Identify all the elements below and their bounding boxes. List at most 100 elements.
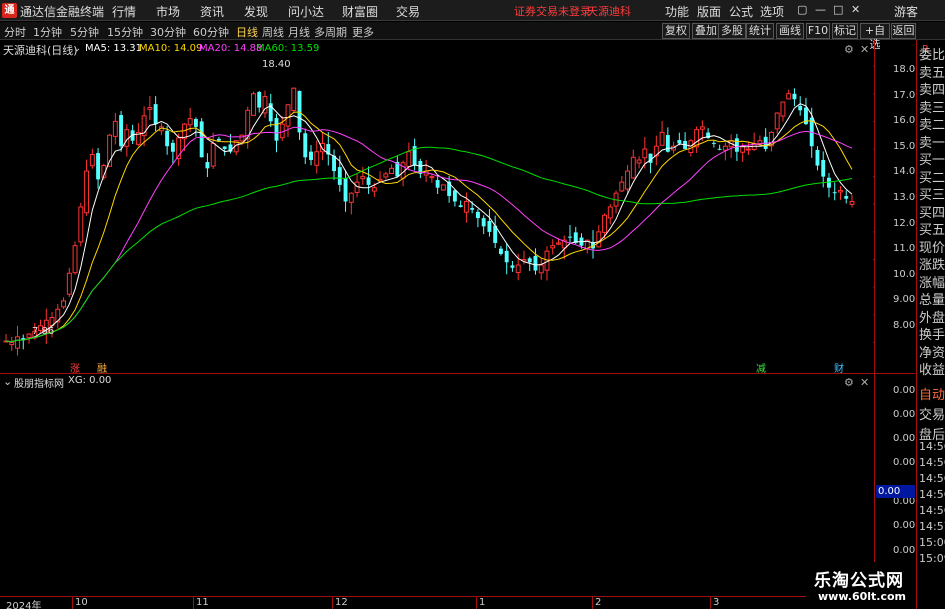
date-tick: [476, 597, 477, 609]
candle-body: [780, 101, 786, 117]
candle-body: [556, 242, 561, 245]
menu-banmian[interactable]: 版面: [697, 3, 721, 20]
menu-zixun[interactable]: 资讯: [200, 3, 224, 20]
duogu-button[interactable]: 多股: [718, 23, 746, 39]
menu-wenxiaoda[interactable]: 问小达: [288, 3, 324, 20]
candle: [510, 260, 515, 272]
tongji-button[interactable]: 统计: [746, 23, 774, 39]
candle-body: [239, 134, 245, 142]
title-bar: 通 通达信金融终端 行情 市场 资讯 发现 问小达 财富圈 交易 证券交易未登录…: [0, 0, 945, 21]
candle: [798, 96, 803, 116]
menu-caifuquan[interactable]: 财富圈: [342, 3, 378, 20]
biaoji-button[interactable]: 标记: [832, 23, 858, 39]
period-5min[interactable]: 5分钟: [70, 24, 99, 40]
period-fenshi[interactable]: 分时: [4, 24, 26, 40]
app-name: 通达信金融终端: [20, 5, 105, 19]
back-button[interactable]: 返回: [891, 23, 916, 39]
candle-body: [596, 231, 602, 248]
candle: [199, 118, 204, 158]
indicator-current-value: 0.00: [876, 485, 915, 498]
menu-shichang[interactable]: 市场: [156, 3, 180, 20]
price-tick: 9.00: [893, 294, 916, 305]
candle: [297, 90, 302, 140]
menu-faxian[interactable]: 发现: [244, 3, 268, 20]
candle: [636, 156, 642, 169]
candle: [827, 173, 831, 198]
candle: [205, 153, 210, 177]
candle-body: [222, 146, 227, 149]
quote-field-label: 卖五: [919, 65, 945, 81]
period-1min[interactable]: 1分钟: [33, 24, 62, 40]
f10-button[interactable]: F10: [806, 23, 830, 39]
diejia-button[interactable]: 叠加: [692, 23, 720, 39]
candlestick-chart[interactable]: [0, 40, 875, 373]
candle: [463, 192, 469, 223]
candle-body: [78, 206, 84, 243]
period-monthly[interactable]: 月线: [288, 24, 310, 40]
fuquan-button[interactable]: 复权: [662, 23, 690, 39]
menu-xuanxiang[interactable]: 选项: [760, 3, 784, 20]
price-tick: 8.00: [893, 320, 916, 331]
candle: [119, 111, 124, 152]
candle: [596, 225, 602, 248]
add-watchlist-button[interactable]: +自选: [860, 23, 890, 51]
candle-body: [792, 93, 797, 100]
minimize-icon[interactable]: ▢: [797, 3, 807, 16]
date-label: 10: [75, 597, 88, 608]
candle-body: [147, 107, 153, 110]
candle: [844, 190, 849, 204]
candle: [366, 166, 371, 194]
login-warning[interactable]: 证券交易未登录: [514, 3, 591, 19]
candle-body: [498, 248, 503, 254]
quote-field-label: 收益: [919, 363, 945, 378]
huaxian-button[interactable]: 画线: [776, 23, 804, 39]
quote-field-label: 买五: [919, 223, 945, 238]
candle-body: [337, 167, 342, 185]
candle: [418, 158, 423, 179]
quote-field-label: 买三: [919, 188, 945, 203]
indicator-chart[interactable]: [0, 374, 875, 596]
quote-side-panel[interactable]: R 委比 卖五 卖四 卖三 卖二 卖一 买一 买二 买三 买四 买五 现价 涨跌 涨幅 总量 外盘 换手 净资 收益…: [916, 40, 945, 609]
candle: [66, 267, 72, 298]
candle: [763, 128, 768, 152]
period-more[interactable]: 更多: [352, 24, 374, 40]
candle-body: [84, 170, 90, 214]
high-price-annotation: 18.40: [262, 59, 291, 70]
date-label: 12: [335, 597, 348, 608]
period-15min[interactable]: 15分钟: [107, 24, 143, 40]
candle-body: [838, 189, 843, 193]
auto-trade-toggle[interactable]: 自动: [919, 384, 945, 403]
candle: [447, 175, 452, 203]
minimize-button-icon[interactable]: —: [815, 3, 826, 16]
candle-body: [659, 131, 665, 146]
candle: [683, 132, 688, 150]
date-tick: [332, 597, 333, 609]
candle: [251, 91, 256, 116]
candle-body: [487, 220, 492, 232]
candle-body: [389, 167, 395, 174]
close-icon[interactable]: ✕: [851, 3, 860, 16]
quote-field-label: 卖三: [919, 100, 945, 116]
menu-gongneng[interactable]: 功能: [665, 3, 689, 20]
candle: [751, 132, 757, 151]
candle-body: [89, 154, 95, 167]
user-label[interactable]: 游客: [894, 3, 918, 20]
candle: [694, 126, 700, 153]
period-60min[interactable]: 60分钟: [193, 24, 229, 40]
menu-hangqing[interactable]: 行情: [112, 3, 136, 20]
maximize-icon[interactable]: □: [833, 3, 843, 16]
candle-body: [216, 138, 221, 141]
period-daily[interactable]: 日线: [236, 24, 258, 40]
app-window: 通 通达信金融终端 行情 市场 资讯 发现 问小达 财富圈 交易 证券交易未登录…: [0, 0, 945, 609]
tick-time: 14:56: [919, 456, 945, 469]
period-30min[interactable]: 30分钟: [150, 24, 186, 40]
candle-body: [435, 180, 440, 188]
candle-body: [619, 181, 625, 192]
menu-jiaoyi[interactable]: 交易: [396, 3, 420, 20]
menu-gongshi[interactable]: 公式: [729, 3, 753, 20]
candle: [89, 148, 95, 169]
period-multi[interactable]: 多周期: [314, 24, 347, 40]
candle-body: [699, 126, 705, 130]
candle-body: [383, 173, 389, 178]
period-weekly[interactable]: 周线: [262, 24, 284, 40]
